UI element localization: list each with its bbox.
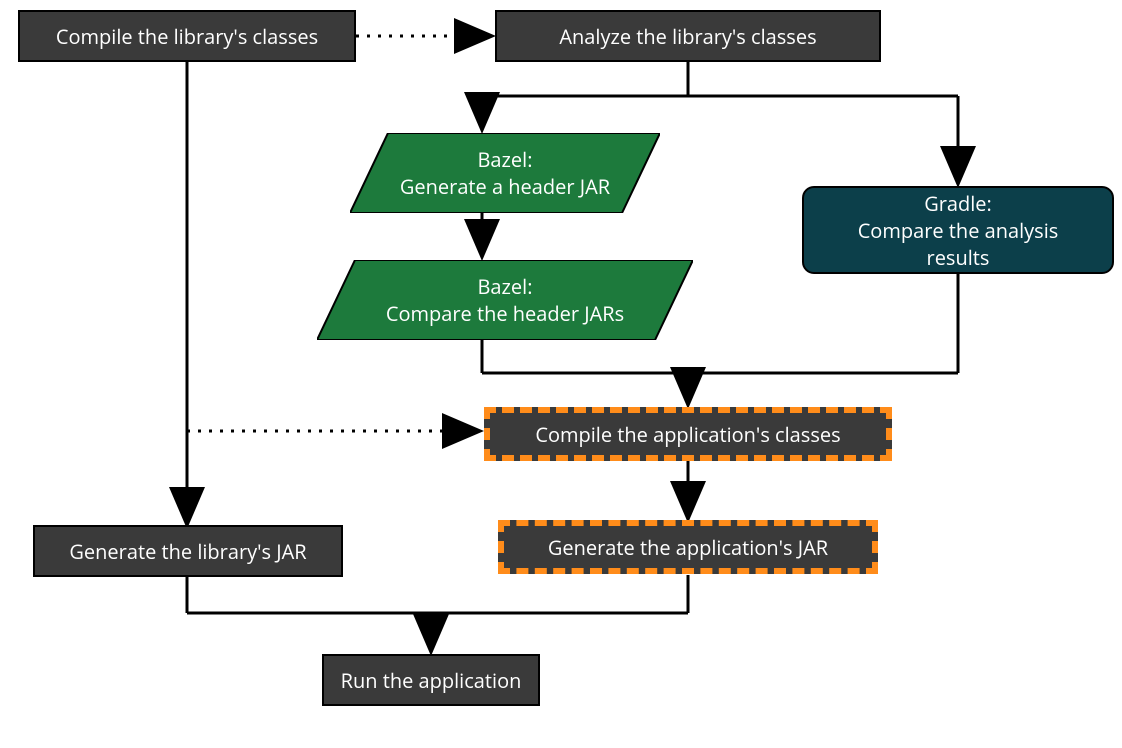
- label: Compile the library's classes: [56, 23, 318, 50]
- node-gradle-compare-results: Gradle: Compare the analysis results: [802, 186, 1114, 274]
- node-compile-application: Compile the application's classes: [484, 407, 892, 461]
- node-analyze-library: Analyze the library's classes: [495, 10, 881, 62]
- label: Generate the application's JAR: [548, 534, 828, 561]
- edges-layer: [0, 0, 1122, 748]
- label: Compile the application's classes: [535, 421, 840, 448]
- node-compile-library: Compile the library's classes: [18, 10, 356, 62]
- label-line2: Compare the analysis results: [828, 217, 1088, 271]
- node-bazel-generate-header-jar: Bazel: Generate a header JAR: [350, 133, 660, 213]
- label: Run the application: [341, 667, 522, 694]
- node-generate-application-jar: Generate the application's JAR: [498, 520, 878, 574]
- label-line2: Compare the header JARs: [386, 300, 624, 327]
- node-run-application: Run the application: [322, 654, 540, 706]
- label: Generate the library's JAR: [69, 538, 306, 565]
- label-line1: Bazel:: [478, 273, 533, 300]
- node-generate-library-jar: Generate the library's JAR: [33, 525, 343, 577]
- label: Analyze the library's classes: [559, 23, 816, 50]
- label-line1: Bazel:: [478, 146, 533, 173]
- label-line2: Generate a header JAR: [400, 173, 610, 200]
- label-line1: Gradle:: [924, 190, 992, 217]
- node-bazel-compare-header-jars: Bazel: Compare the header JARs: [317, 260, 693, 340]
